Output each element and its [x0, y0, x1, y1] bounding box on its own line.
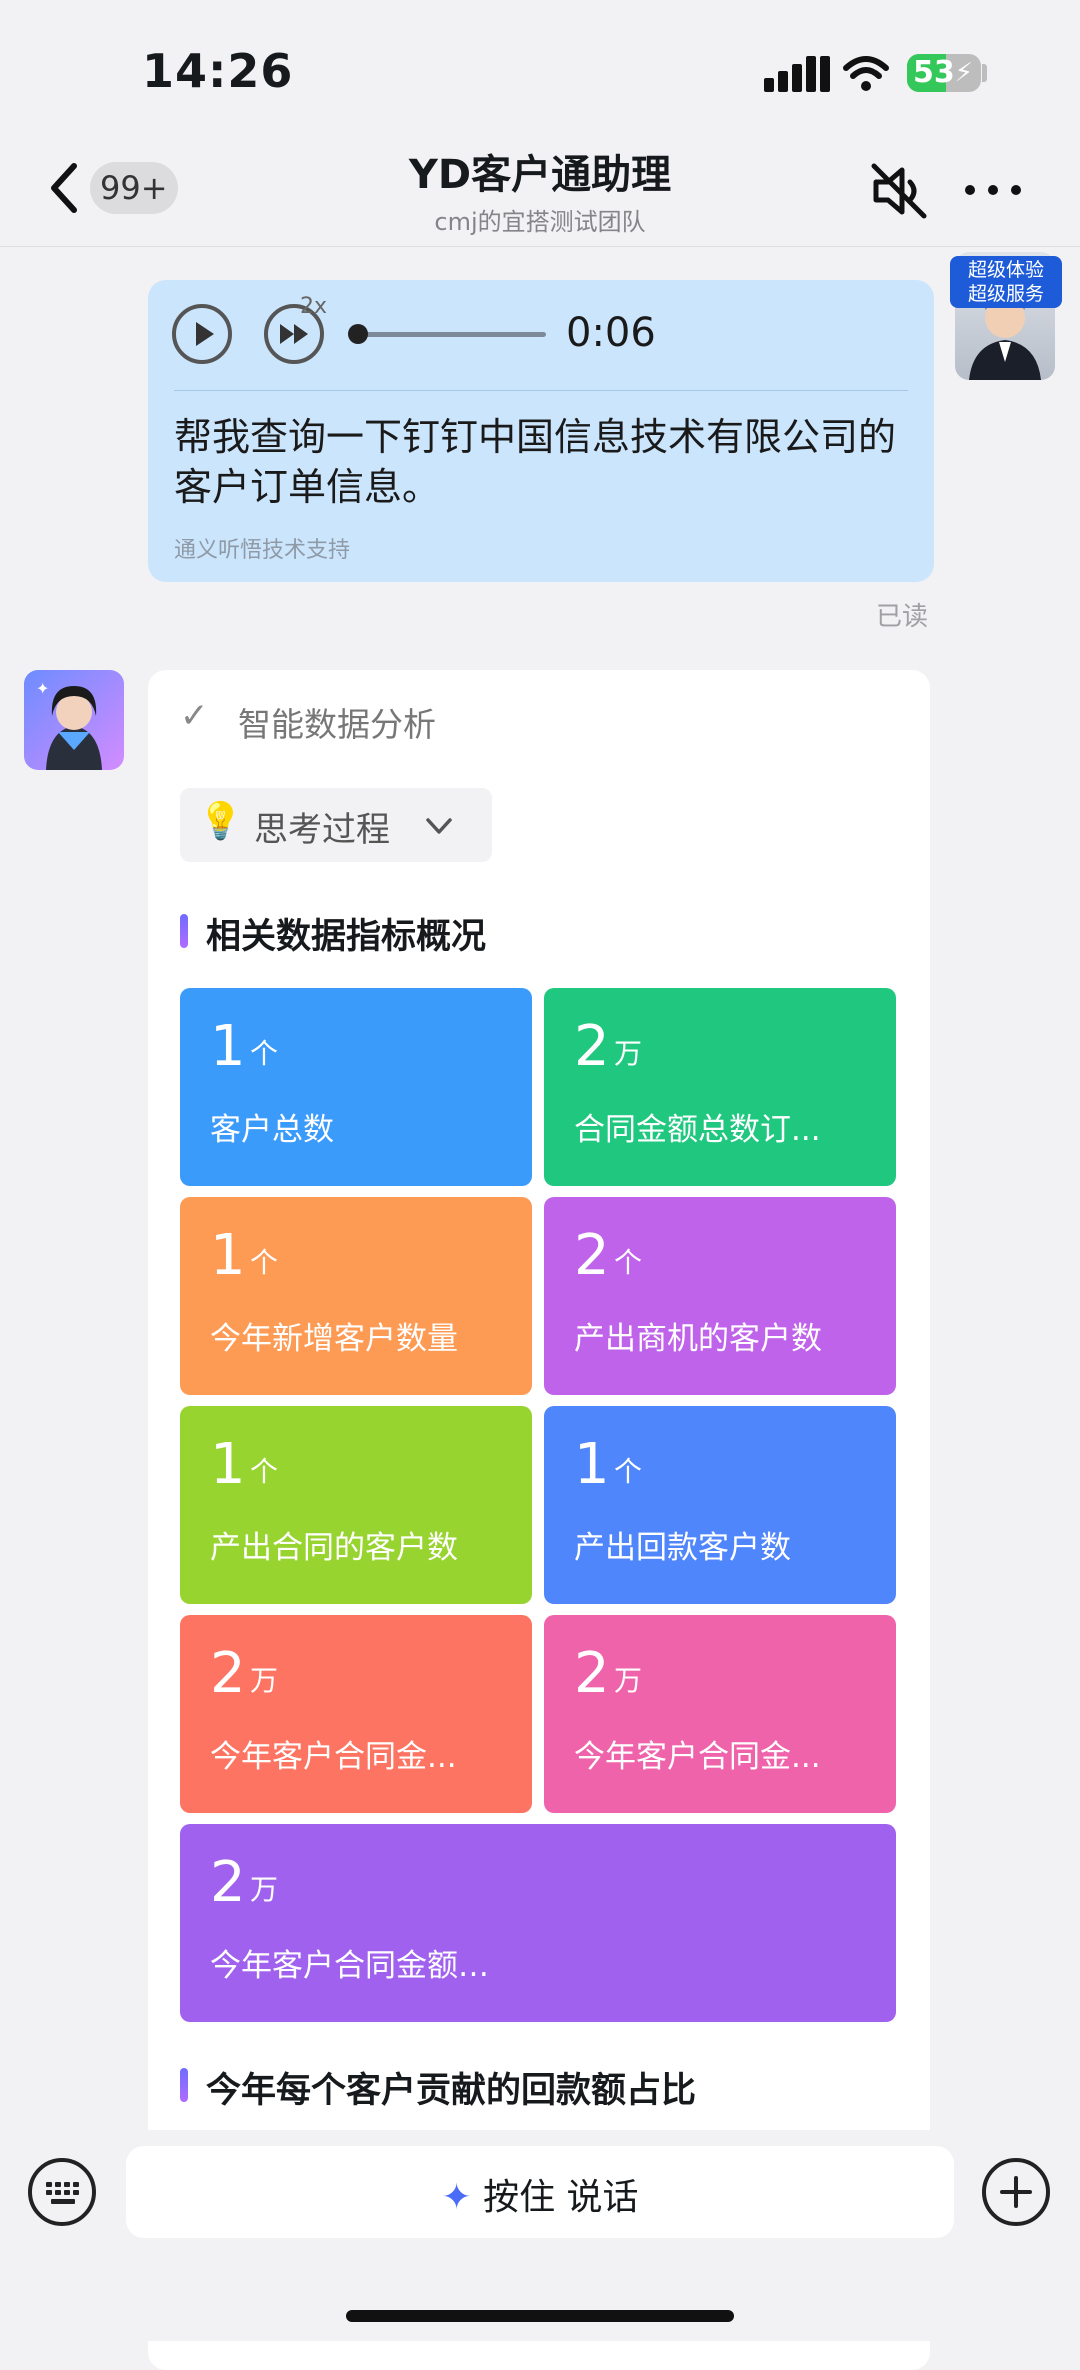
metric-value: 2: [574, 1014, 610, 1079]
sparkle-icon: ✦: [441, 2177, 472, 2218]
metric-unit: 万: [614, 1664, 643, 1697]
metric-unit: 万: [250, 1873, 279, 1906]
transcript-text: 帮我查询一下钉钉中国信息技术有限公司的客户订单信息。: [174, 415, 897, 509]
analysis-title: 智能数据分析: [238, 705, 436, 744]
audio-duration: 0:06: [566, 310, 656, 356]
mute-icon[interactable]: [868, 160, 930, 222]
bulb-icon: 💡: [198, 801, 243, 842]
metric-tile[interactable]: 2 万今年客户合同金...: [544, 1615, 896, 1813]
audio-progress-track[interactable]: [358, 332, 546, 337]
metric-label: 产出合同的客户数: [210, 1530, 458, 1566]
more-icon[interactable]: [962, 178, 1024, 202]
metric-value: 1: [210, 1223, 246, 1288]
metric-tile[interactable]: 1 个产出合同的客户数: [180, 1406, 532, 1604]
metric-unit: 个: [614, 1455, 643, 1488]
metric-tile[interactable]: 1 个产出回款客户数: [544, 1406, 896, 1604]
metric-value: 2: [210, 1850, 246, 1915]
metric-unit: 个: [250, 1037, 279, 1070]
nav-bar: 99+ YD客户通助理 cmj的宜搭测试团队: [0, 130, 1080, 247]
plus-button[interactable]: [982, 2158, 1050, 2226]
svg-text:✦: ✦: [36, 679, 49, 698]
play-button[interactable]: [172, 304, 232, 364]
metric-label: 合同金额总数订...: [574, 1112, 821, 1148]
metric-label: 今年客户合同金额平均值: [210, 1948, 510, 1984]
thinking-process-label: 思考过程: [254, 810, 390, 850]
metric-value: 1: [574, 1432, 610, 1497]
plus-icon: [1000, 2176, 1032, 2208]
metric-value: 1: [210, 1432, 246, 1497]
metric-tile[interactable]: 1 个客户总数: [180, 988, 532, 1186]
home-indicator: [346, 2310, 734, 2322]
metric-value: 2: [574, 1641, 610, 1706]
vip-tag-line2: 超级服务: [967, 283, 1044, 305]
hold-to-talk-button[interactable]: ✦ 按住 说话: [126, 2146, 954, 2238]
read-receipt: 已读: [876, 602, 929, 632]
metric-tile[interactable]: 2万今年客户合同金额平均值: [180, 1824, 896, 2022]
check-icon: ✓: [180, 696, 209, 736]
wifi-icon: [843, 56, 889, 91]
section-accent: [180, 914, 188, 948]
cellular-icon: [764, 56, 830, 92]
metric-label: 产出回款客户数: [574, 1530, 791, 1566]
metric-unit: 个: [250, 1455, 279, 1488]
bot-avatar[interactable]: ✦: [24, 670, 124, 770]
metric-tile[interactable]: 2 万合同金额总数订...: [544, 988, 896, 1186]
chevron-down-icon: [426, 818, 452, 834]
status-time: 14:26: [142, 44, 294, 98]
battery-percent: 53: [913, 55, 955, 90]
battery-tip: [982, 64, 987, 82]
metric-unit: 个: [614, 1246, 643, 1279]
thinking-process-toggle[interactable]: 💡 思考过程: [180, 788, 492, 862]
speed-label: 2x: [300, 294, 328, 319]
charging-icon: ⚡: [954, 58, 973, 88]
section-title-contribution: 今年每个客户贡献的回款额占比: [206, 2071, 697, 2111]
metric-unit: 个: [250, 1246, 279, 1279]
metric-tile[interactable]: 2 万今年客户合同金...: [180, 1615, 532, 1813]
divider: [174, 390, 908, 391]
audio-progress-handle[interactable]: [348, 324, 368, 344]
metric-label: 产出商机的客户数: [574, 1321, 822, 1357]
metric-label: 今年新增客户数量: [210, 1321, 458, 1357]
section-accent: [180, 2068, 188, 2102]
voice-message-bubble[interactable]: 2x 0:06 帮我查询一下钉钉中国信息技术有限公司的客户订单信息。 通义听悟技…: [148, 280, 934, 582]
keyboard-icon: [46, 2182, 79, 2204]
hold-to-talk-label: 按住 说话: [483, 2177, 639, 2218]
metric-unit: 万: [250, 1664, 279, 1697]
metric-label: 客户总数: [210, 1112, 334, 1148]
play-icon: [196, 322, 214, 346]
vip-tag-line1: 超级体验: [967, 259, 1044, 281]
powered-by-label: 通义听悟技术支持: [174, 538, 351, 563]
metric-value: 1: [210, 1014, 246, 1079]
bot-message-card: ✓ 智能数据分析 💡 思考过程 相关数据指标概况 1 个客户总数 2 万合同金额总数订…: [148, 670, 930, 2370]
metric-label: 今年客户合同金...: [210, 1739, 457, 1775]
section-title-metrics: 相关数据指标概况: [206, 917, 487, 957]
metric-label: 今年客户合同金...: [574, 1739, 821, 1775]
metric-tile[interactable]: 1 个今年新增客户数量: [180, 1197, 532, 1395]
metric-value: 2: [574, 1223, 610, 1288]
hold-to-talk-row: ✦ 按住 说话: [126, 2168, 954, 2220]
metric-tile[interactable]: 2 个产出商机的客户数: [544, 1197, 896, 1395]
metric-unit: 万: [614, 1037, 643, 1070]
battery-icon: 53 ⚡: [907, 54, 981, 92]
vip-tag: 超级体验 超级服务: [950, 256, 1062, 308]
metric-value: 2: [210, 1641, 246, 1706]
keyboard-button[interactable]: [28, 2158, 96, 2226]
